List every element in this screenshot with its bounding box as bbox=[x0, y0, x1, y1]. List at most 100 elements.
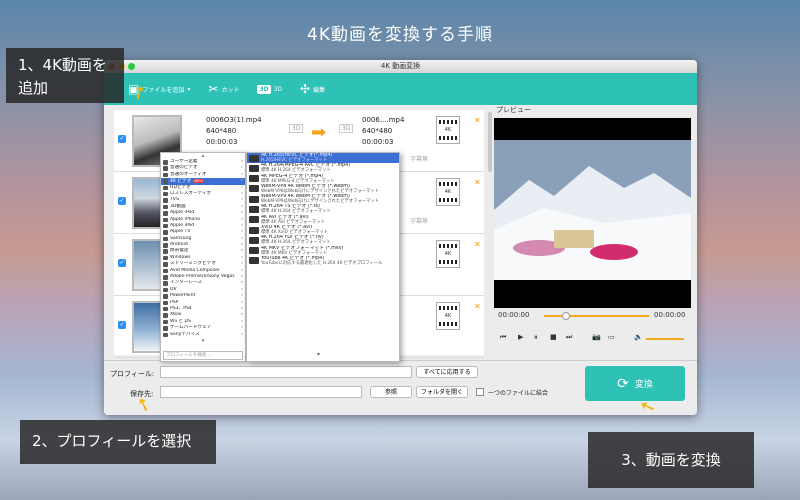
merge-label: 一つのファイルに結合 bbox=[488, 390, 549, 397]
cut-button[interactable]: ✂ カット bbox=[208, 82, 239, 96]
format-item[interactable]: 4K H.265/HEVC ビデオ(*.mp4) H.265/HEVC ビデオフォ… bbox=[247, 153, 399, 164]
stop-icon[interactable]: ■ bbox=[550, 333, 557, 341]
play-icon[interactable]: ▶ bbox=[518, 333, 523, 341]
output-resolution: 640*480 bbox=[362, 127, 393, 135]
format-icon bbox=[249, 236, 259, 244]
category-icon bbox=[163, 191, 168, 197]
preview-frame bbox=[494, 118, 691, 308]
profile-select[interactable] bbox=[160, 366, 412, 378]
volume-icon[interactable]: 🔈 bbox=[634, 333, 643, 341]
category-label: DV bbox=[170, 286, 177, 292]
player-controls: 00:00:00 00:00:00 ⏮ ▶ ⏸ ■ ⏭ 📷 ▭ 🔈 bbox=[494, 308, 691, 353]
snapshot-icon[interactable]: 📷 bbox=[592, 333, 601, 341]
source-filename: 0006O3(1).mp4 bbox=[206, 116, 262, 124]
next-icon[interactable]: ⏭ bbox=[566, 333, 572, 342]
category-menu: ▴ ユーザー定義 › 普通のビデオ › 普通のオーディオ › 4K ビデオ NEW › HDビデオ… bbox=[160, 152, 246, 362]
file-checkbox[interactable]: ✓ bbox=[118, 197, 126, 205]
format-item[interactable]: YouTube 4K ビデオ (*.mp4) YouTubeに対応する最適化した … bbox=[247, 256, 399, 266]
format-item[interactable]: WebM-VP9 4K WebM ビデオ (*.webm) WebM-VP9はWe… bbox=[247, 194, 399, 204]
new-badge: NEW bbox=[193, 179, 204, 184]
scroll-down-icon[interactable]: ▾ bbox=[317, 351, 320, 358]
remove-icon[interactable]: ✕ bbox=[474, 116, 481, 125]
format-badge[interactable]: 4K bbox=[436, 178, 460, 206]
format-item[interactable]: 4K H.264 TS ビデオ (*.ts) 標準 4K H.264 ビデオフォー… bbox=[247, 204, 399, 214]
category-label: Apple TV bbox=[170, 229, 191, 235]
format-icon bbox=[249, 154, 259, 162]
convert-button[interactable]: ⟳ 変換 bbox=[585, 366, 685, 401]
format-icon bbox=[249, 195, 259, 203]
chevron-down-icon[interactable]: ▾ bbox=[187, 86, 190, 93]
3d-button[interactable]: 3D 3D bbox=[257, 84, 283, 94]
category-label: 4K ビデオ bbox=[170, 179, 192, 185]
folder-icon[interactable]: ▭ bbox=[608, 333, 615, 341]
category-label: インターレース bbox=[170, 280, 202, 286]
open-folder-button[interactable]: フォルダを開く bbox=[416, 386, 468, 398]
format-item[interactable]: 4K H.264/MPEG-4 AVC ビデオ (*.mp4) 標準 4K H.2… bbox=[247, 163, 399, 173]
format-item[interactable]: 4K AVI ビデオ (*.avi) 標準 4K AVI ビデオフォーマット bbox=[247, 215, 399, 225]
edit-button[interactable]: ✣ 編集 bbox=[300, 82, 325, 96]
format-item[interactable]: WebM-VP8 4K WebM ビデオ (*.webm) WebM-VP8はWe… bbox=[247, 184, 399, 194]
pause-icon[interactable]: ⏸ bbox=[534, 333, 538, 342]
category-label: Samsung bbox=[170, 235, 192, 241]
format-icon bbox=[249, 257, 259, 265]
seek-bar[interactable] bbox=[544, 315, 649, 317]
scissors-icon: ✂ bbox=[208, 82, 219, 96]
preview-player[interactable] bbox=[494, 118, 691, 308]
3d-icon: 3D bbox=[257, 84, 271, 94]
format-description: 標準 4K AVI ビデオフォーマット bbox=[261, 219, 325, 225]
format-badge[interactable]: 4K bbox=[436, 302, 460, 330]
source-info: 0006O3(1).mp4 640*480 00:00:03 bbox=[206, 115, 262, 148]
previous-icon[interactable]: ⏮ bbox=[500, 333, 506, 342]
output-duration: 00:00:03 bbox=[362, 138, 394, 146]
category-icon bbox=[163, 223, 168, 229]
category-icon bbox=[163, 332, 168, 338]
format-description: 標準 4K H.264 ビデオフォーマット bbox=[261, 168, 331, 174]
destination-input[interactable] bbox=[160, 386, 362, 398]
category-label: PS3、PS4 bbox=[170, 305, 192, 311]
format-item[interactable]: 4K MPEG-4 ビデオ (*.mp4) 標準 4K MPEG-4 ビデオフォー… bbox=[247, 174, 399, 184]
apply-all-button[interactable]: すべてに応用する bbox=[416, 366, 478, 378]
remove-icon[interactable]: ✕ bbox=[474, 178, 481, 187]
merge-checkbox[interactable] bbox=[476, 388, 484, 396]
format-badge[interactable]: 4K bbox=[436, 240, 460, 268]
format-item[interactable]: 4K H.264 FLV ビデオ (*.flv) 標準 4K H.264 ビデオフ… bbox=[247, 235, 399, 245]
seek-handle[interactable] bbox=[562, 312, 570, 320]
file-checkbox[interactable]: ✓ bbox=[118, 321, 126, 329]
scroll-down-icon[interactable]: ▾ bbox=[161, 338, 245, 344]
category-icon bbox=[163, 287, 168, 293]
format-menu: 4K H.265/HEVC ビデオ(*.mp4) H.265/HEVC ビデオフォ… bbox=[246, 152, 400, 362]
category-icon bbox=[163, 294, 168, 299]
remove-icon[interactable]: ✕ bbox=[474, 302, 481, 311]
format-item[interactable]: XviD 4K ビデオ (*.avi) 標準 4K XviD ビデオフォーマット bbox=[247, 225, 399, 235]
format-icon bbox=[249, 247, 259, 255]
format-description: H.265/HEVC ビデオフォーマット bbox=[261, 158, 328, 163]
list-scrollbar[interactable] bbox=[488, 112, 492, 172]
category-icon bbox=[163, 275, 168, 280]
format-description: YouTubeに対応する最適化した H.264 4K ビデオプロフィール bbox=[261, 260, 383, 266]
profile-search-input[interactable]: プロフィールを検索... bbox=[163, 351, 243, 360]
3d-tag: 3D bbox=[289, 124, 304, 133]
category-icon bbox=[163, 326, 168, 331]
category-icon bbox=[163, 281, 168, 286]
file-checkbox[interactable]: ✓ bbox=[118, 259, 126, 267]
browse-button[interactable]: 参照 bbox=[370, 386, 412, 398]
3d-tag-output: 3D bbox=[339, 124, 354, 133]
category-item[interactable]: Sonyデバイス › bbox=[161, 332, 245, 338]
file-checkbox[interactable]: ✓ bbox=[118, 135, 126, 143]
zoom-window-button[interactable] bbox=[128, 63, 135, 70]
category-label: Windows bbox=[170, 254, 191, 260]
category-label: Wii と DS bbox=[170, 318, 191, 324]
format-badge[interactable]: 4K bbox=[436, 116, 460, 144]
format-item[interactable]: 4K MKV ビデオフォーマット (*.mkv) 標準 4K MKV ビデオフォー… bbox=[247, 246, 399, 256]
title-bar: 4K 動画変換 bbox=[104, 60, 697, 73]
remove-icon[interactable]: ✕ bbox=[474, 240, 481, 249]
volume-slider[interactable] bbox=[646, 338, 684, 340]
chevron-right-icon: › bbox=[241, 331, 243, 337]
step1-callout: 1、4K動画を追加 bbox=[6, 48, 124, 103]
format-list: 4K H.265/HEVC ビデオ(*.mp4) H.265/HEVC ビデオフォ… bbox=[247, 153, 399, 266]
category-icon bbox=[163, 236, 168, 242]
3d-label: 3D bbox=[273, 85, 283, 93]
category-icon bbox=[163, 204, 168, 210]
category-icon bbox=[163, 217, 168, 223]
category-label: HDビデオ bbox=[170, 184, 191, 190]
